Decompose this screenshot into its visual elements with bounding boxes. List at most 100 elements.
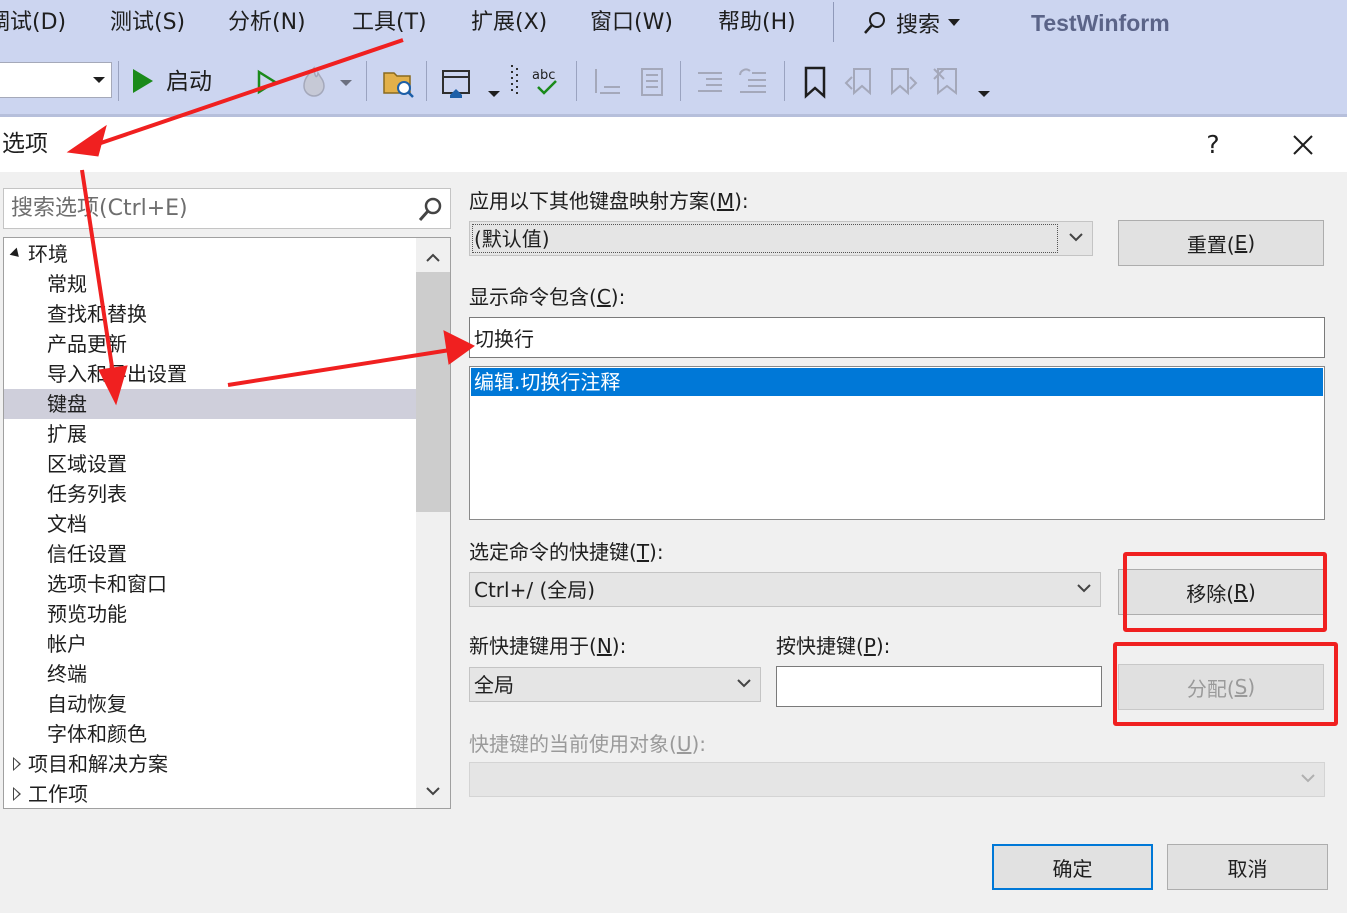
tree-item-label: 终端 — [47, 662, 87, 686]
tree-item-task-list[interactable]: 任务列表 — [4, 479, 416, 509]
tree-item-label: 文档 — [47, 512, 87, 536]
menu-separator — [833, 2, 834, 42]
tree-item-label: 导入和导出设置 — [47, 362, 187, 386]
current-use-dropdown[interactable] — [469, 762, 1325, 797]
run-outline-icon[interactable] — [256, 69, 278, 95]
press-keys-input[interactable] — [781, 670, 1089, 703]
prev-bookmark-icon[interactable] — [842, 65, 876, 99]
folder-search-icon[interactable] — [382, 67, 416, 99]
reset-button[interactable]: 重置(E) — [1118, 220, 1324, 266]
uncomment-lines-icon[interactable] — [634, 65, 668, 99]
toolbar-separator — [784, 61, 785, 101]
tree-item-keyboard[interactable]: 键盘 — [4, 389, 416, 419]
new-shortcut-scope-dropdown[interactable]: 全局 — [469, 667, 761, 702]
dialog-title: 选项 — [2, 131, 48, 157]
command-list[interactable]: 编辑.切换行注释 — [469, 366, 1325, 520]
collapsed-arrow-icon[interactable] — [13, 757, 21, 771]
menu-window[interactable]: 窗口(W) — [590, 8, 673, 38]
chevron-down-icon — [93, 77, 105, 83]
ok-button[interactable]: 确定 — [992, 844, 1153, 890]
tree-item-trust-settings[interactable]: 信任设置 — [4, 539, 416, 569]
mapping-scheme-dropdown[interactable]: (默认值) — [469, 221, 1093, 256]
tree-item-label: 工作项 — [28, 782, 88, 806]
next-bookmark-icon[interactable] — [886, 65, 920, 99]
tree-item-preview-features[interactable]: 预览功能 — [4, 599, 416, 629]
spellcheck-icon[interactable]: abc — [530, 65, 564, 99]
solution-config-dropdown[interactable] — [0, 62, 112, 98]
options-search-box — [3, 188, 451, 229]
window-dropdown-caret[interactable] — [488, 91, 500, 97]
tree-item-find-replace[interactable]: 查找和替换 — [4, 299, 416, 329]
menu-help[interactable]: 帮助(H) — [718, 8, 796, 38]
options-search-input[interactable] — [11, 192, 411, 225]
menu-debug[interactable]: 调试(D) — [0, 8, 66, 38]
show-commands-field — [469, 317, 1325, 358]
show-commands-label: 显示命令包含(C): — [469, 285, 626, 309]
toolbar-separator — [426, 61, 427, 101]
tree-scrollbar[interactable] — [416, 238, 450, 808]
tree-item-label: 帐户 — [47, 632, 87, 656]
run-icon[interactable] — [131, 67, 155, 95]
tree-item-label: 区域设置 — [47, 452, 127, 476]
indent-icon[interactable] — [694, 65, 728, 99]
dotted-separator-icon — [511, 65, 518, 94]
comment-lines-icon[interactable] — [590, 65, 624, 99]
scrollbar-thumb[interactable] — [416, 272, 450, 512]
mapping-scheme-value: (默认值) — [474, 227, 550, 251]
expanded-arrow-icon[interactable] — [9, 247, 23, 261]
hot-reload-dropdown-caret[interactable] — [340, 80, 352, 86]
menu-analyze[interactable]: 分析(N) — [228, 8, 306, 38]
tree-item-documents[interactable]: 文档 — [4, 509, 416, 539]
collapsed-arrow-icon[interactable] — [13, 787, 21, 801]
tree-item-product-updates[interactable]: 产品更新 — [4, 329, 416, 359]
cancel-button[interactable]: 取消 — [1167, 844, 1328, 890]
help-button[interactable]: ? — [1195, 127, 1231, 163]
focus-rect — [472, 224, 1058, 253]
list-item[interactable]: 编辑.切换行注释 — [471, 368, 1323, 396]
search-menu-label: 搜索 — [896, 13, 941, 38]
tree-item-environment[interactable]: 环境 — [4, 239, 416, 269]
tree-item-label: 自动恢复 — [47, 692, 127, 716]
app-title: TestWinform — [1031, 10, 1170, 36]
new-shortcut-scope-value: 全局 — [474, 673, 514, 697]
hot-reload-icon[interactable] — [298, 65, 330, 99]
tree-item-label: 查找和替换 — [47, 302, 147, 326]
toolbar-separator — [576, 61, 577, 101]
tree-item-locale[interactable]: 区域设置 — [4, 449, 416, 479]
search-icon — [864, 12, 885, 34]
tree-item-accounts[interactable]: 帐户 — [4, 629, 416, 659]
chevron-down-icon — [1069, 233, 1083, 242]
tree-item-label: 项目和解决方案 — [28, 752, 168, 776]
tree-item-label: 信任设置 — [47, 542, 127, 566]
tree-item-extensions[interactable]: 扩展 — [4, 419, 416, 449]
scroll-down-icon[interactable] — [416, 776, 450, 806]
tree-item-tabs-windows[interactable]: 选项卡和窗口 — [4, 569, 416, 599]
tree-item-fonts-colors[interactable]: 字体和颜色 — [4, 719, 416, 749]
menu-extensions[interactable]: 扩展(X) — [471, 8, 547, 38]
tree-item-autorecover[interactable]: 自动恢复 — [4, 689, 416, 719]
tree-item-projects-solutions[interactable]: 项目和解决方案 — [4, 749, 416, 779]
search-menu[interactable]: 搜索 — [862, 8, 961, 38]
home-window-icon[interactable] — [440, 67, 474, 99]
mapping-scheme-label: 应用以下其他键盘映射方案(M): — [469, 189, 749, 213]
current-use-label: 快捷键的当前使用对象(U): — [469, 732, 706, 756]
show-commands-input[interactable] — [474, 321, 1286, 354]
menu-tools[interactable]: 工具(T) — [352, 8, 427, 38]
tree-item-import-export[interactable]: 导入和导出设置 — [4, 359, 416, 389]
chevron-down-icon — [1077, 584, 1091, 593]
menu-test[interactable]: 测试(S) — [110, 8, 185, 38]
toolbar-overflow-caret[interactable] — [978, 91, 990, 97]
close-icon[interactable] — [1285, 127, 1321, 163]
outdent-icon[interactable] — [736, 65, 770, 99]
start-button-label[interactable]: 启动 — [166, 66, 212, 98]
tree-item-work-items[interactable]: 工作项 — [4, 779, 416, 808]
scroll-up-icon[interactable] — [416, 242, 450, 272]
bookmark-icon[interactable] — [800, 65, 830, 99]
tree-item-general[interactable]: 常规 — [4, 269, 416, 299]
press-keys-label: 按快捷键(P): — [776, 634, 891, 658]
clear-bookmarks-icon[interactable] — [930, 65, 964, 99]
tree-item-terminal[interactable]: 终端 — [4, 659, 416, 689]
shortcuts-dropdown[interactable]: Ctrl+/ (全局) — [469, 572, 1101, 607]
tree-item-label: 环境 — [28, 242, 68, 266]
search-icon[interactable] — [416, 195, 444, 223]
